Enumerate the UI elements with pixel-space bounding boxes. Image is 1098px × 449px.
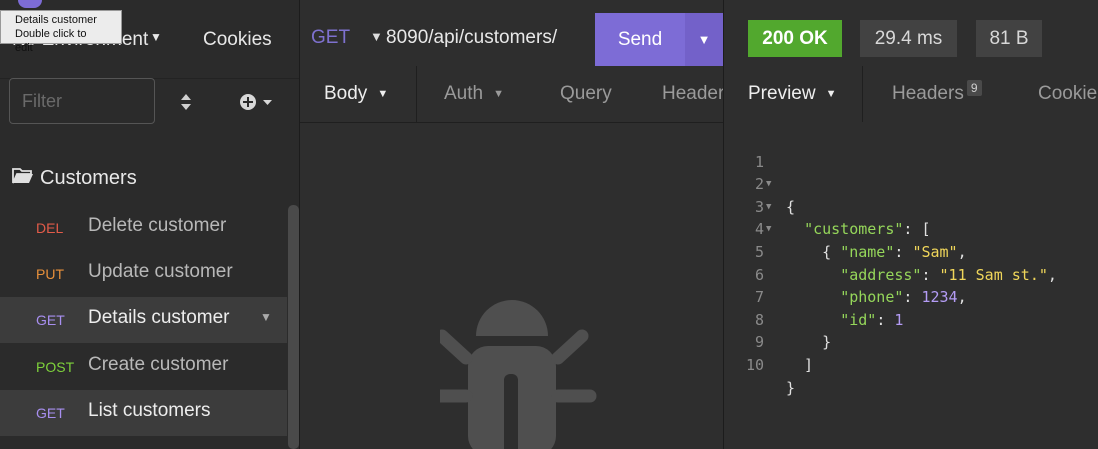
request-item[interactable]: PUT Update customer — [0, 251, 287, 297]
line-number: 10 — [745, 355, 764, 374]
add-request-button[interactable] — [238, 90, 278, 114]
method-badge: GET — [36, 405, 65, 421]
method-selector[interactable]: GET — [311, 27, 350, 49]
sort-button[interactable] — [176, 90, 196, 114]
code-line: 6 "phone": 1234, — [724, 241, 1098, 307]
bug-icon — [440, 300, 597, 449]
code-line: 8 } — [724, 286, 1098, 352]
tooltip-hint: Double click to edit — [15, 28, 87, 54]
tab-label: Preview — [748, 83, 816, 104]
code-line: 4 "name": "Sam", — [724, 196, 1098, 261]
response-time-badge: 29.4 ms — [860, 20, 957, 57]
tooltip: Details customer Double click to edit — [0, 10, 122, 54]
tab-body[interactable]: Body ▼ — [324, 66, 388, 122]
request-name: Details customer — [88, 307, 230, 328]
request-item[interactable]: DEL Delete customer — [0, 205, 287, 251]
tab-label: Cookie — [1038, 83, 1098, 104]
sidebar-header: No Environment ▼ Cookies Details custome… — [0, 0, 299, 79]
chevron-down-icon: ▼ — [697, 32, 711, 47]
response-tabs: Preview ▼ Headers 9 Cookie — [724, 66, 1098, 122]
sidebar-scrollbar[interactable] — [288, 205, 299, 449]
method-badge: POST — [36, 359, 75, 375]
chevron-down-icon: ▼ — [493, 88, 504, 100]
tab-label: Auth — [444, 83, 484, 104]
request-tabs: Body ▼ Auth ▼ Query Header — [300, 66, 723, 123]
code-line: 5 "address": "11 Sam st.", — [724, 218, 1098, 284]
request-pane: GET ▼ 8090/api/customers/ Send ▼ Body ▼ A… — [300, 0, 724, 449]
tab-label: Header — [662, 83, 723, 104]
tab-preview[interactable]: Preview ▼ — [748, 66, 836, 122]
method-badge: PUT — [36, 266, 64, 282]
code-line: 9 ] — [724, 309, 1098, 374]
response-json-viewer: 1 ▼ { 2 ▼ "customers": [ 3 ▼ { 4 "name":… — [724, 128, 1098, 397]
request-item[interactable]: GET List customers — [0, 390, 287, 436]
send-options-button[interactable]: ▼ — [685, 13, 723, 66]
code-line: 10 } — [724, 331, 1098, 397]
request-name: Delete customer — [88, 215, 227, 236]
code-line: 2 ▼ "customers": [ — [724, 151, 1098, 238]
tab-label: Query — [560, 83, 612, 104]
tab-cookies[interactable]: Cookie — [1038, 66, 1098, 122]
folder-open-icon — [12, 168, 33, 184]
code-text: } — [786, 378, 796, 397]
code-line: 1 ▼ { — [724, 128, 1098, 216]
url-bar: GET ▼ 8090/api/customers/ Send ▼ — [300, 13, 723, 66]
tab-auth[interactable]: Auth ▼ — [444, 66, 504, 122]
chevron-down-icon: ▼ — [377, 88, 389, 100]
request-item[interactable]: GET Details customer ▼ — [0, 297, 287, 343]
code-text: ] — [786, 355, 814, 374]
response-pane: 200 OK 29.4 ms 81 B Preview ▼ Headers 9 Co… — [724, 0, 1098, 449]
code-line: 7 "id": 1 — [724, 264, 1098, 329]
response-size-badge: 81 B — [976, 20, 1042, 57]
method-badge: DEL — [36, 220, 64, 236]
chevron-down-icon: ▼ — [825, 88, 837, 100]
tab-label: Body — [324, 83, 368, 104]
code-line: 3 ▼ { — [724, 173, 1098, 261]
plus-circle-icon — [240, 94, 272, 110]
cookies-button[interactable]: Cookies — [203, 29, 272, 51]
headers-count-badge: 9 — [966, 80, 982, 96]
request-name: List customers — [88, 400, 211, 421]
status-badge: 200 OK — [748, 20, 842, 57]
request-item[interactable]: POST Create customer — [0, 344, 287, 390]
folder-customers[interactable]: Customers — [12, 163, 282, 193]
send-button[interactable]: Send — [595, 13, 685, 66]
chevron-down-icon[interactable]: ▼ — [370, 29, 383, 44]
method-badge: GET — [36, 312, 65, 328]
chevron-down-icon[interactable]: ▼ — [260, 310, 272, 324]
chevron-down-icon[interactable]: ▼ — [150, 30, 162, 44]
sidebar: No Environment ▼ Cookies Details custome… — [0, 0, 300, 449]
tooltip-title: Details customer — [15, 14, 97, 26]
filter-input[interactable] — [9, 78, 155, 124]
tab-headers[interactable]: Headers 9 — [892, 66, 982, 122]
tab-divider — [862, 66, 863, 122]
tab-query[interactable]: Query — [560, 66, 612, 122]
folder-label: Customers — [40, 167, 137, 189]
sort-icon — [181, 94, 191, 110]
request-name: Update customer — [88, 261, 233, 282]
tab-header[interactable]: Header — [662, 66, 723, 122]
url-input[interactable]: 8090/api/customers/ — [386, 27, 557, 49]
request-name: Create customer — [88, 354, 229, 375]
app-logo — [18, 0, 42, 8]
tab-label: Headers — [892, 83, 964, 104]
tab-divider — [416, 66, 417, 122]
